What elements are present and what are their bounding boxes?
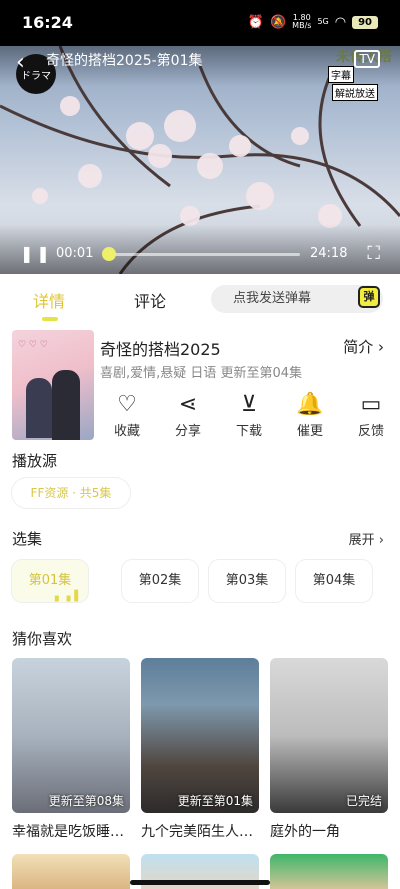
- recommend-card[interactable]: 更新至第08集 幸福就是吃饭睡…: [12, 658, 130, 841]
- update-badge: 更新至第08集: [48, 794, 124, 808]
- download-icon: ⊻: [240, 392, 258, 417]
- network-type: 5G: [317, 17, 329, 26]
- tab-underline: [42, 317, 58, 321]
- recommend-thumbnail: 已完结: [270, 658, 388, 813]
- progress-bar[interactable]: [104, 253, 300, 256]
- video-player[interactable]: ドラマ ‹ 奇怪的搭档2025-第01集 未传入搭 TV 字幕 解説放送 ❚❚ …: [0, 46, 400, 274]
- audio-description-badge: 解説放送: [332, 84, 378, 101]
- show-poster[interactable]: ♡ ♡ ♡: [12, 330, 94, 440]
- tabs-bar: 详情 评论 点我发送弹幕 弹: [0, 274, 400, 324]
- pause-icon[interactable]: ❚❚: [20, 244, 53, 263]
- favorite-button[interactable]: ♡ 收藏: [104, 390, 150, 439]
- recommend-card[interactable]: 已完结 庭外的一角: [270, 658, 388, 841]
- episodes-section-title: 选集: [12, 530, 43, 548]
- recommend-title: 幸福就是吃饭睡…: [12, 824, 124, 840]
- current-time: 00:01: [56, 246, 94, 261]
- progress-knob[interactable]: [102, 247, 116, 261]
- feedback-button[interactable]: ▭ 反馈: [348, 390, 394, 439]
- poster-art-text: ♡ ♡ ♡: [18, 340, 48, 350]
- remind-update-button[interactable]: 🔔 催更: [287, 390, 333, 439]
- home-indicator[interactable]: [130, 880, 270, 885]
- alarm-icon: ⏰: [247, 14, 264, 30]
- recommend-title: 九个完美陌生人…: [141, 824, 253, 840]
- download-button[interactable]: ⊻ 下载: [226, 390, 272, 439]
- mute-icon: 🔕: [269, 14, 287, 30]
- bell-icon: 🔔: [296, 392, 324, 417]
- poster-figure: [52, 370, 80, 440]
- status-bar: 16:24 ⏰ 🔕 1.80 MB/s 5G ◠ 90: [0, 0, 400, 46]
- share-icon: ⋖: [178, 392, 198, 417]
- expand-episodes-link[interactable]: 展开 ›: [349, 529, 384, 548]
- network-speed: 1.80 MB/s: [292, 13, 312, 30]
- detail-content: ♡ ♡ ♡ 奇怪的搭档2025 简介 › 喜剧,爱情,悬疑 日语 更新至第04集…: [0, 324, 400, 889]
- back-arrow-icon[interactable]: ‹: [16, 50, 25, 75]
- share-button[interactable]: ⋖ 分享: [165, 390, 211, 439]
- episode-item[interactable]: 第03集: [209, 560, 285, 602]
- recommend-title: 庭外的一角: [270, 824, 340, 840]
- source-section-title: 播放源: [12, 452, 58, 470]
- player-title: 奇怪的搭档2025-第01集: [46, 53, 203, 69]
- show-meta: 喜剧,爱情,悬疑 日语 更新至第04集: [100, 366, 303, 381]
- tab-detail[interactable]: 详情: [33, 288, 65, 312]
- episode-item[interactable]: 第01集 ▖▗▐: [12, 560, 88, 602]
- poster-figure: [26, 378, 52, 438]
- update-badge: 更新至第01集: [177, 794, 253, 808]
- total-time: 24:18: [310, 246, 348, 261]
- recommend-card[interactable]: [270, 854, 388, 889]
- cast-tv-icon[interactable]: TV: [354, 50, 380, 68]
- tab-comments[interactable]: 评论: [134, 288, 166, 312]
- show-title: 奇怪的搭档2025: [100, 340, 221, 359]
- intro-link[interactable]: 简介 ›: [343, 336, 384, 357]
- update-badge: 已完结: [345, 794, 382, 808]
- recommend-grid: 更新至第08集 幸福就是吃饭睡… 更新至第01集 九个完美陌生人… 已完结 庭外…: [12, 658, 400, 841]
- heart-icon: ♡: [117, 392, 137, 417]
- recommend-thumbnail: 更新至第08集: [12, 658, 130, 813]
- message-icon: ▭: [360, 392, 382, 417]
- danmu-toggle-icon[interactable]: 弹: [358, 286, 380, 308]
- episode-item[interactable]: 第02集: [122, 560, 198, 602]
- recommend-card[interactable]: [12, 854, 130, 889]
- action-row: ♡ 收藏 ⋖ 分享 ⊻ 下载 🔔 催更 ▭ 反馈: [104, 390, 394, 439]
- fullscreen-icon[interactable]: ⛶: [367, 243, 380, 264]
- playing-indicator-icon: ▖▗▐: [54, 591, 78, 602]
- wifi-icon: ◠: [334, 14, 347, 30]
- subtitle-badge: 字幕: [328, 66, 354, 83]
- recommend-card[interactable]: 更新至第01集 九个完美陌生人…: [141, 658, 259, 841]
- status-icons: ⏰ 🔕 1.80 MB/s 5G ◠ 90: [248, 14, 378, 30]
- episode-item[interactable]: 第04集: [296, 560, 372, 602]
- episode-list: 第01集 ▖▗▐ 第02集 第03集 第04集: [12, 560, 400, 606]
- recommend-thumbnail: 更新至第01集: [141, 658, 259, 813]
- source-chip[interactable]: FF资源 · 共5集: [12, 478, 130, 508]
- recommend-section-title: 猜你喜欢: [12, 630, 73, 648]
- battery-indicator: 90: [352, 15, 378, 29]
- status-time: 16:24: [22, 13, 73, 32]
